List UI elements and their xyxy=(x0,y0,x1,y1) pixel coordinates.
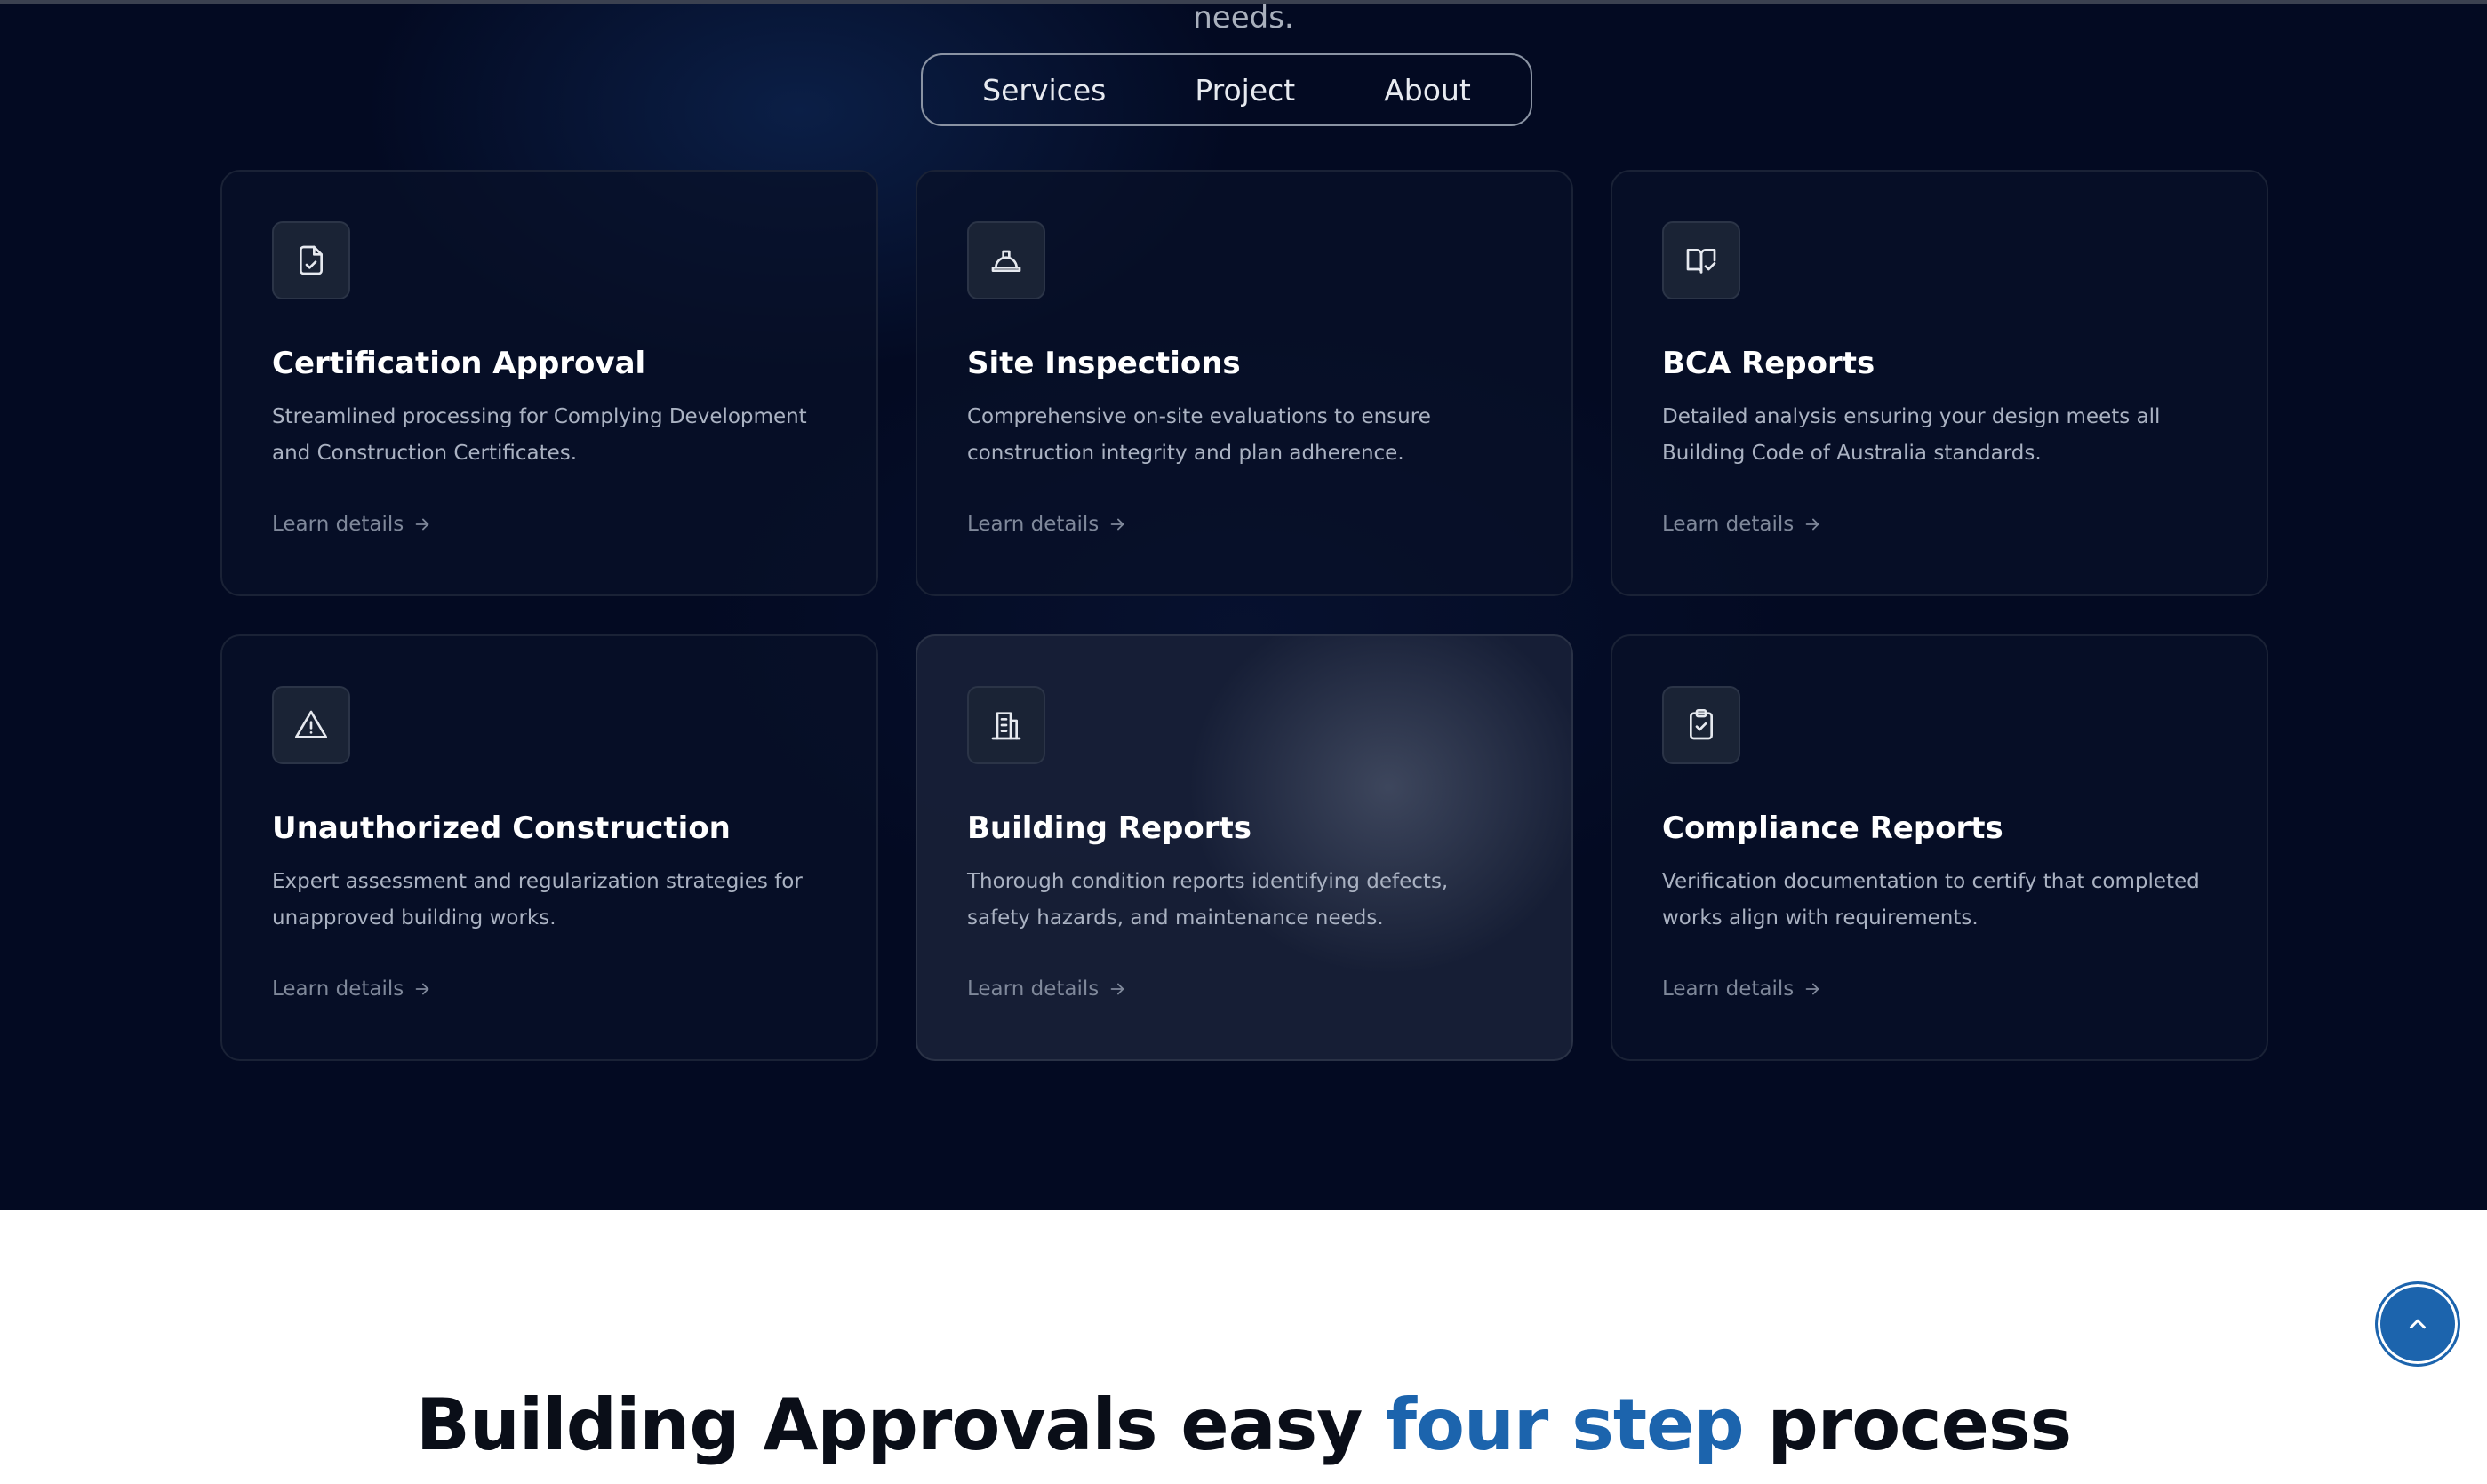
card-description: Expert assessment and regularization str… xyxy=(272,870,803,929)
service-card-building-reports[interactable]: Building Reports Thorough condition repo… xyxy=(916,634,1573,1061)
process-heading-accent: four step xyxy=(1386,1384,1744,1466)
service-card-site-inspections[interactable]: Site Inspections Comprehensive on-site e… xyxy=(916,170,1573,596)
card-description: Thorough condition reports identifying d… xyxy=(967,870,1449,929)
file-check-icon xyxy=(272,221,350,299)
nav-link-project[interactable]: Project xyxy=(1195,73,1295,108)
arrow-right-icon xyxy=(1805,518,1819,531)
card-title: Compliance Reports xyxy=(1662,810,2003,846)
section-nav: Services Project About xyxy=(921,53,1532,126)
hero-subtitle-tail: needs. xyxy=(1193,0,1294,36)
card-title: BCA Reports xyxy=(1662,346,1875,381)
learn-details-link[interactable]: Learn details xyxy=(1662,976,1822,1002)
learn-details-link[interactable]: Learn details xyxy=(1662,511,1822,538)
learn-details-label: Learn details xyxy=(967,513,1100,536)
book-check-icon xyxy=(1662,221,1740,299)
service-card-unauthorized-construction[interactable]: Unauthorized Construction Expert assessm… xyxy=(220,634,878,1061)
services-section: needs. Services Project About Certificat… xyxy=(0,0,2487,1210)
learn-details-link[interactable]: Learn details xyxy=(272,511,432,538)
learn-details-label: Learn details xyxy=(1662,977,1795,1001)
learn-details-link[interactable]: Learn details xyxy=(967,976,1127,1002)
warning-triangle-icon xyxy=(272,686,350,764)
learn-details-label: Learn details xyxy=(1662,513,1795,536)
process-heading: Building Approvals easy four step proces… xyxy=(0,1381,2487,1470)
service-card-bca-reports[interactable]: BCA Reports Detailed analysis ensuring y… xyxy=(1611,170,2268,596)
learn-details-label: Learn details xyxy=(272,977,404,1001)
arrow-right-icon xyxy=(415,518,429,531)
process-heading-end: process xyxy=(1767,1384,2072,1466)
process-heading-start: Building Approvals easy xyxy=(415,1384,1363,1466)
learn-details-label: Learn details xyxy=(967,977,1100,1001)
learn-details-link[interactable]: Learn details xyxy=(967,511,1127,538)
nav-link-services[interactable]: Services xyxy=(982,73,1106,108)
arrow-right-icon xyxy=(1805,983,1819,995)
nav-link-about[interactable]: About xyxy=(1384,73,1471,108)
card-title: Site Inspections xyxy=(967,346,1241,381)
learn-details-label: Learn details xyxy=(272,513,404,536)
learn-details-link[interactable]: Learn details xyxy=(272,976,432,1002)
clipboard-check-icon xyxy=(1662,686,1740,764)
arrow-right-icon xyxy=(415,983,429,995)
service-card-certification[interactable]: Certification Approval Streamlined proce… xyxy=(220,170,878,596)
service-card-compliance-reports[interactable]: Compliance Reports Verification document… xyxy=(1611,634,2268,1061)
chevron-up-icon xyxy=(2410,1319,2426,1329)
card-description: Comprehensive on-site evaluations to ens… xyxy=(967,405,1431,465)
arrow-right-icon xyxy=(1110,518,1124,531)
arrow-right-icon xyxy=(1110,983,1124,995)
card-title: Building Reports xyxy=(967,810,1251,846)
card-title: Certification Approval xyxy=(272,346,646,381)
card-description: Streamlined processing for Complying Dev… xyxy=(272,405,807,465)
building-icon xyxy=(967,686,1045,764)
card-title: Unauthorized Construction xyxy=(272,810,731,846)
card-description: Detailed analysis ensuring your design m… xyxy=(1662,405,2161,465)
card-description: Verification documentation to certify th… xyxy=(1662,870,2200,929)
hard-hat-icon xyxy=(967,221,1045,299)
back-to-top-button[interactable] xyxy=(2375,1281,2460,1367)
